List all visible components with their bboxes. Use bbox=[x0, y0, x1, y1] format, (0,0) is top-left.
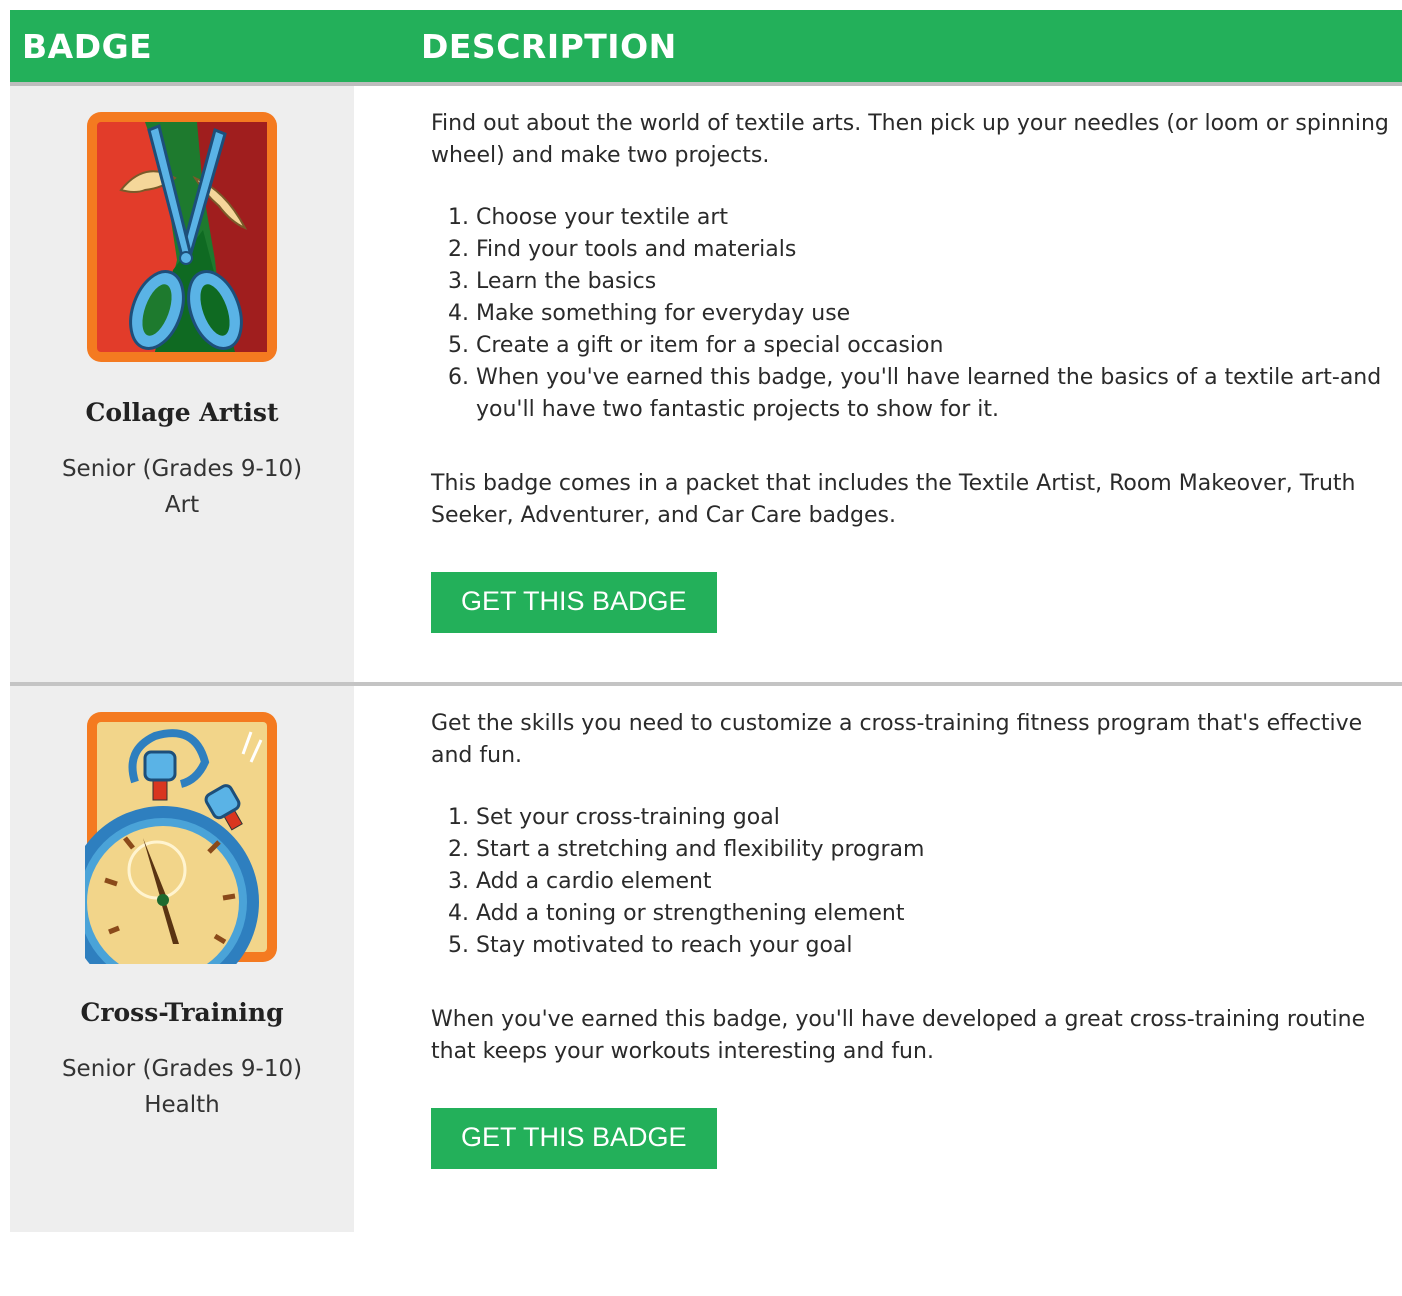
badge-name: Cross-Training bbox=[80, 998, 284, 1027]
stopwatch-badge-icon bbox=[85, 712, 277, 964]
badge-category: Health bbox=[144, 1092, 220, 1118]
list-item: Add a toning or strengthening element bbox=[476, 898, 1392, 930]
description-cell: Find out about the world of textile arts… bbox=[354, 86, 1402, 682]
description-outro: This badge comes in a packet that includ… bbox=[431, 471, 1356, 528]
list-item: Make something for everyday use bbox=[476, 298, 1392, 330]
list-item: Set your cross-training goal bbox=[476, 802, 1392, 834]
description-outro: When you've earned this badge, you'll ha… bbox=[431, 1007, 1366, 1064]
list-item: Add a cardio element bbox=[476, 866, 1392, 898]
table-row: Cross-Training Senior (Grades 9-10) Heal… bbox=[10, 686, 1402, 1232]
badge-cell: Collage Artist Senior (Grades 9-10) Art bbox=[10, 86, 354, 682]
steps-list: Choose your textile art Find your tools … bbox=[431, 202, 1392, 426]
scissors-badge-icon bbox=[87, 112, 277, 362]
table-header: BADGE DESCRIPTION bbox=[10, 10, 1402, 86]
description-intro: Find out about the world of textile arts… bbox=[431, 111, 1389, 168]
list-item: When you've earned this badge, you'll ha… bbox=[476, 362, 1392, 426]
description-intro: Get the skills you need to customize a c… bbox=[431, 711, 1363, 768]
header-description: DESCRIPTION bbox=[421, 26, 677, 66]
get-badge-button[interactable]: GET THIS BADGE bbox=[431, 572, 717, 633]
badge-table: BADGE DESCRIPTION Collage Artist Senior … bbox=[10, 10, 1402, 1232]
list-item: Find your tools and materials bbox=[476, 234, 1392, 266]
list-item: Choose your textile art bbox=[476, 202, 1392, 234]
badge-meta: Senior (Grades 9-10) Health bbox=[10, 1051, 354, 1123]
steps-list: Set your cross-training goal Start a str… bbox=[431, 802, 1392, 962]
badge-level: Senior (Grades 9-10) bbox=[61, 1056, 303, 1082]
description-cell: Get the skills you need to customize a c… bbox=[354, 686, 1402, 1232]
table-row: Collage Artist Senior (Grades 9-10) Art … bbox=[10, 86, 1402, 686]
list-item: Stay motivated to reach your goal bbox=[476, 930, 1392, 962]
badge-cell: Cross-Training Senior (Grades 9-10) Heal… bbox=[10, 686, 354, 1232]
get-badge-button[interactable]: GET THIS BADGE bbox=[431, 1108, 717, 1169]
page-top-strip bbox=[0, 0, 1402, 10]
badge-level: Senior (Grades 9-10) bbox=[61, 456, 303, 482]
badge-meta: Senior (Grades 9-10) Art bbox=[10, 451, 354, 523]
list-item: Start a stretching and flexibility progr… bbox=[476, 834, 1392, 866]
badge-category: Art bbox=[164, 492, 200, 518]
list-item: Learn the basics bbox=[476, 266, 1392, 298]
badge-name: Collage Artist bbox=[85, 398, 279, 427]
header-badge: BADGE bbox=[22, 26, 153, 66]
list-item: Create a gift or item for a special occa… bbox=[476, 330, 1392, 362]
